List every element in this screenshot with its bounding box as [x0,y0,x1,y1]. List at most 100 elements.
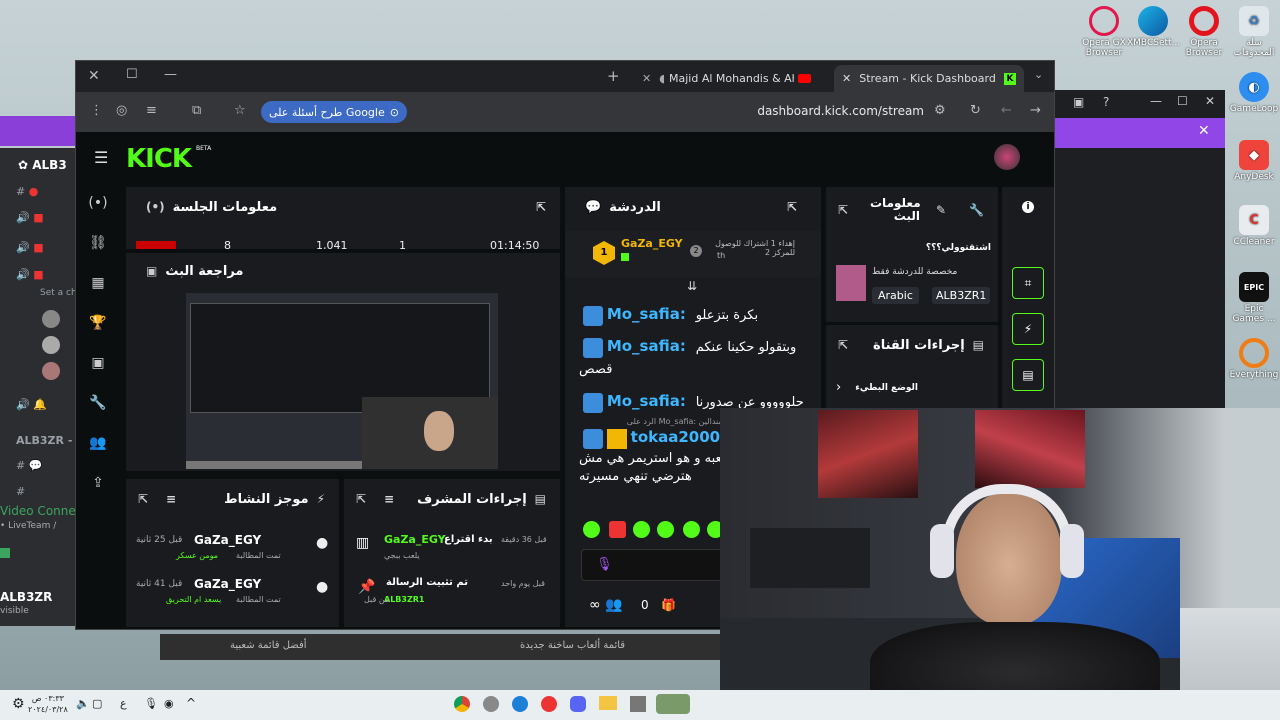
popout-icon[interactable]: ⇱ [138,492,148,506]
upload-icon[interactable]: ⇪ [76,475,120,491]
emote-icon[interactable] [583,521,600,538]
file-explorer-icon[interactable] [599,696,617,710]
stream-tag[interactable]: ALB3ZR1 [932,287,991,304]
desktop-icon-edge[interactable]: XMBCSett... [1127,6,1180,48]
discord-channel[interactable]: # ● [16,185,38,198]
mod-action-item[interactable]: 📌 تم تثبيت الرسالة قبل يوم واحد ALB3ZR1 … [356,577,556,613]
emote-icon[interactable] [683,521,700,538]
stream-tag[interactable]: Arabic [872,287,919,304]
discord-username[interactable]: ALB3ZR [0,590,52,604]
url-field[interactable]: dashboard.kick.com/stream [757,104,924,118]
strip-item[interactable]: قائمة ألعاب ساخنة جديدة [520,640,625,651]
image-icon[interactable]: ▣ [1073,95,1084,109]
avatar[interactable] [42,362,60,380]
discord-voice-channel[interactable]: 🔊 ■ [16,241,44,254]
google-lens-button[interactable]: طرح أسئلة على Google ⊙ [261,101,407,123]
slow-mode-toggle[interactable]: › الوضع البطيء [836,379,988,401]
task-view-icon[interactable] [630,696,646,712]
network-icon[interactable]: ◉ [164,697,174,710]
category-thumbnail[interactable] [836,265,866,301]
scroll-down-icon[interactable]: ⇊ [687,279,697,293]
trophy-icon[interactable]: 🏆 [76,315,120,331]
info-icon[interactable]: i [1022,201,1034,213]
avatar[interactable] [994,144,1020,170]
screenshot-button[interactable]: ⌗ [1012,267,1044,299]
popout-icon[interactable]: ⇱ [536,200,546,214]
widgets-icon[interactable] [656,694,690,714]
gift-icon[interactable]: 🎁 [661,598,676,612]
settings-taskbar-icon[interactable] [483,696,499,712]
minimize-icon[interactable]: — [1150,94,1162,108]
volume-icon[interactable]: 🔈 [76,697,90,710]
popout-icon[interactable]: ⇱ [838,203,848,217]
language-indicator[interactable]: ع [120,697,127,710]
close-icon[interactable]: ✕ [1198,123,1210,139]
filter-icon[interactable]: ≡ [166,492,176,506]
chevron-up-icon[interactable]: ^ [186,696,196,710]
document-button[interactable]: ▤ [1012,359,1044,391]
hamburger-icon[interactable]: ☰ [94,148,108,167]
back-icon[interactable]: ← [1001,103,1012,118]
tab-youtube[interactable]: ✕ ◖ Majid Al Mohandis & Ahme [634,65,824,92]
tab-search-icon[interactable]: ⌄ [1034,68,1043,81]
discord-taskbar-icon[interactable] [570,696,586,712]
bookmark-star-icon[interactable]: ☆ [234,103,246,118]
popout-icon[interactable]: ⇱ [356,492,366,506]
clock[interactable]: ٠٣:٣٣ ص ٢٠٢٤/٠٣/٢٨ [28,693,68,715]
kick-logo[interactable]: KICK [126,144,192,174]
edge-taskbar-icon[interactable] [512,696,528,712]
discord-server-name[interactable]: ✿ ALB3 [18,158,67,172]
maximize-icon[interactable]: ☐ [126,67,138,82]
link-icon[interactable]: ⛓ [76,235,120,251]
analytics-icon[interactable]: ▦ [76,275,120,291]
avatar[interactable] [42,336,60,354]
avatar[interactable] [42,310,60,328]
discord-channel[interactable]: # 💬 [16,459,42,472]
close-window-icon[interactable]: ✕ [88,68,100,84]
discord-voice-channel[interactable]: 🔊 ■ [16,211,44,224]
desktop-icon-opera[interactable]: Opera Browser [1178,6,1230,58]
site-settings-icon[interactable]: ⚙ [934,103,946,118]
settings-icon[interactable]: ⚙ [12,696,25,712]
reload-icon[interactable]: ↻ [970,103,981,118]
microphone-icon[interactable]: 🎙 [144,697,158,710]
desktop-icon-ccleaner[interactable]: C CCleaner [1228,205,1280,247]
desktop-icon-everything[interactable]: Everything [1228,338,1280,380]
desktop-icon-anydesk[interactable]: ◆ AnyDesk [1228,140,1280,182]
maximize-icon[interactable]: ☐ [1177,94,1188,108]
close-tab-icon[interactable]: ✕ [642,72,651,85]
stream-icon[interactable]: (•) [76,195,120,211]
chrome-taskbar-icon[interactable] [454,696,470,712]
users-icon[interactable]: 👥 [76,435,120,451]
filter-icon[interactable]: ≡ [384,492,394,506]
media-icon[interactable]: ≡ [146,103,157,118]
desktop-icon-opera-gx[interactable]: Opera GX Browser [1078,6,1130,58]
display-icon[interactable]: ▢ [92,697,102,710]
discord-set-status[interactable]: Set a ch [40,288,77,298]
infinity-icon[interactable]: ∞ [589,597,601,613]
emote-icon[interactable] [609,521,626,538]
menu-icon[interactable]: ⋮ [90,103,103,118]
emote-icon[interactable] [657,521,674,538]
stream-preview-video[interactable] [186,293,498,469]
bolt-button[interactable]: ⚡ [1012,313,1044,345]
popout-icon[interactable]: ⇱ [838,338,848,352]
chat-message[interactable]: Mo_safia: بكرة بتزعلو [579,305,819,327]
close-window-icon[interactable]: ✕ [1205,94,1215,108]
activity-item[interactable]: قبل 25 ثانية GaZa_EGY ● مومن عسكر تمت ال… [136,533,336,569]
new-tab-icon[interactable]: + [607,67,620,85]
help-icon[interactable]: ? [1103,95,1109,109]
discord-voice-channel-active[interactable]: 🔊 ■ [16,268,44,281]
strip-item[interactable]: أفضل قائمة شعبية [230,640,307,651]
emote-icon[interactable] [633,521,650,538]
discord-voice-channel[interactable]: 🔊 🔔 [16,398,47,411]
forward-icon[interactable]: → [1030,103,1041,118]
tab-kick-dashboard[interactable]: ✕ Stream - Kick Dashboard K [834,65,1024,92]
popout-icon[interactable]: ⇱ [787,200,797,214]
extensions-icon[interactable]: ⧉ [192,103,201,118]
microphone-icon[interactable]: 🎙 [596,557,613,572]
app-taskbar-icon[interactable] [541,696,557,712]
close-tab-icon[interactable]: ✕ [842,72,851,85]
activity-item[interactable]: قبل 41 ثانية GaZa_EGY ● يسعد ام التحريق … [136,577,336,613]
wrench-icon[interactable]: 🔧 [76,395,120,411]
